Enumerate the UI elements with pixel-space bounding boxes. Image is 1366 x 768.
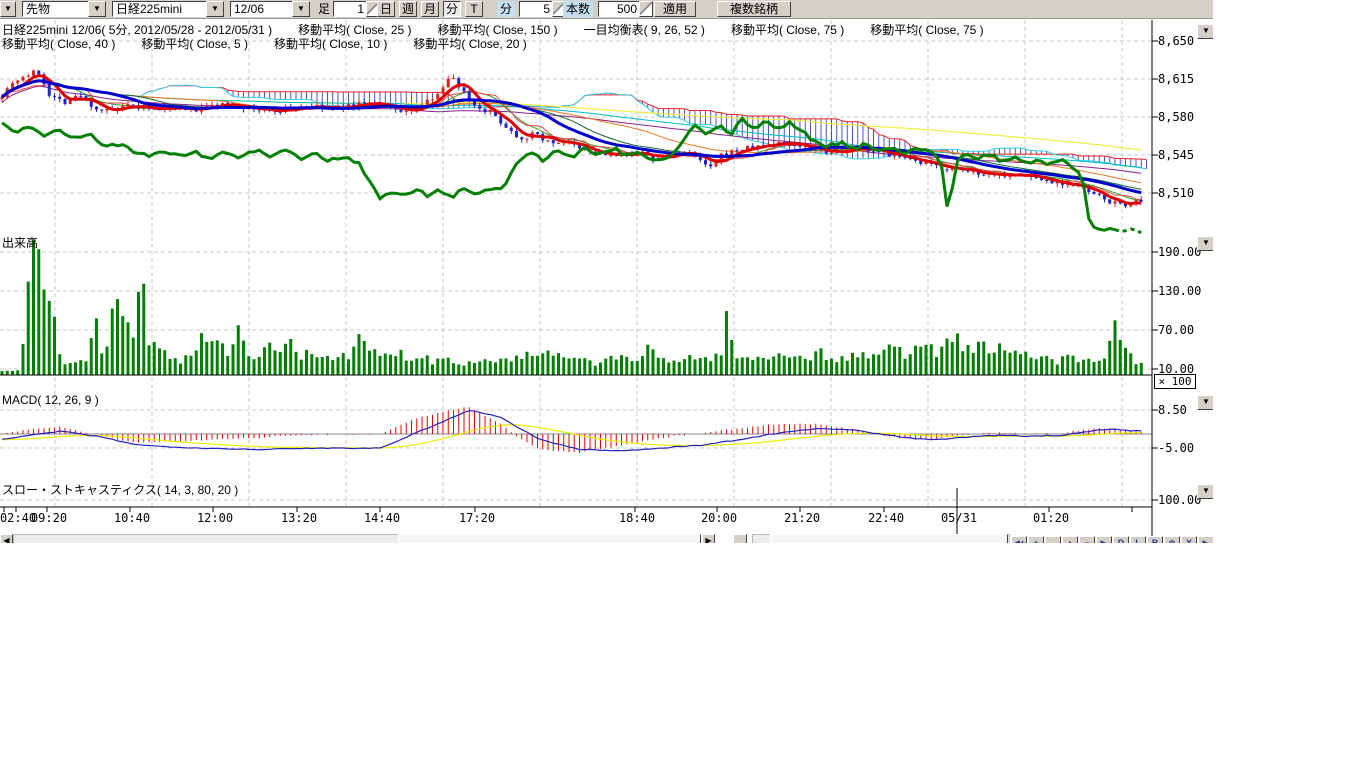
minute-stepper[interactable]: 5 [519,1,566,17]
macd-pane-dropdown-button[interactable]: ▼ [1197,395,1213,410]
toolbar: ▼ 先物 ▼ 日経225mini ▼ 12/06 ▼ 足 1 日 週 月 分 T [0,0,1213,19]
instrument-select[interactable]: 日経225mini ▼ [112,1,224,17]
period-month-button[interactable]: 月 [421,1,439,17]
tool-button[interactable]: − [1079,536,1095,543]
main-chart-svg[interactable] [0,0,1213,543]
period-minute-button[interactable]: 分 [443,1,461,17]
chart-application-window: ▼ 先物 ▼ 日経225mini ▼ 12/06 ▼ 足 1 日 週 月 分 T [0,0,1213,543]
bar-size-stepper[interactable]: 1 [333,1,380,17]
contract-month-value: 12/06 [230,1,292,17]
multi-symbol-button[interactable]: 複数銘柄 [717,1,791,17]
secondary-scrollbar-thumb[interactable] [770,534,1008,543]
pane-splitter-handle[interactable] [733,534,747,543]
axis-tick-label: 8,580 [1158,110,1194,124]
volume-pane-dropdown-button[interactable]: ▼ [1197,236,1213,251]
price-pane-dropdown-button[interactable]: ▼ [1197,24,1213,39]
axis-tick-label: 130.00 [1158,284,1201,298]
legend-item: 移動平均( Close, 40 ) [2,37,115,51]
screen: ▼ 先物 ▼ 日経225mini ▼ 12/06 ▼ 足 1 日 週 月 分 T [0,0,1366,768]
tool-button[interactable]: ▲ [1062,536,1078,543]
stochastics-pane-label: スロー・ストキャスティクス( 14, 3, 80, 20 ) [2,481,238,498]
contract-month-select[interactable]: 12/06 ▼ [230,1,310,17]
tool-button[interactable]: B [1147,536,1163,543]
tool-button[interactable]: L [1130,536,1146,543]
period-tick-button[interactable]: T [465,1,483,17]
apply-button[interactable]: 適用 [654,1,696,17]
market-select-value: 先物 [22,1,88,17]
time-tick-label: 13:20 [279,511,319,525]
instrument-select-value: 日経225mini [112,1,206,17]
time-tick-label: 01:20 [1031,511,1071,525]
tool-button[interactable]: ▶ [1096,536,1112,543]
time-tick-label: 09:20 [29,511,69,525]
scroll-right-arrow-icon[interactable]: ▶ [702,534,715,543]
axis-tick-label: 8,650 [1158,34,1194,48]
chevron-down-icon[interactable]: ▼ [88,1,106,17]
tool-button[interactable]: X [1181,536,1197,543]
time-tick-label: 05/31 [939,511,979,525]
drawing-tools-buttons: ◀++▲−▶DLB⊕X▶ [1011,536,1213,543]
chevron-down-icon[interactable]: ▼ [206,1,224,17]
axis-tick-label: 8,510 [1158,186,1194,200]
bar-count-stepper[interactable]: 500 [598,1,653,17]
legend-item: 移動平均( Close, 10 ) [274,37,387,51]
tool-button[interactable] [1045,536,1061,543]
legend-item: 移動平均( Close, 75 ) [731,23,844,37]
time-tick-label: 21:20 [782,511,822,525]
bar-type-label: 足 [316,1,332,17]
time-tick-label: 12:00 [195,511,235,525]
tool-button[interactable]: ▶ [1198,536,1213,543]
bar-count-label: 本数 [563,1,593,17]
legend-item: 移動平均( Close, 20 ) [413,37,526,51]
macd-pane-label: MACD( 12, 26, 9 ) [2,393,99,407]
minute-unit-label: 分 [497,1,515,17]
legend-row-2: 移動平均( Close, 40 ) 移動平均( Close, 5 ) 移動平均( C… [2,35,553,52]
volume-pane-label: 出来高 [2,234,38,251]
time-tick-label: 18:40 [617,511,657,525]
period-week-button[interactable]: 週 [399,1,417,17]
time-tick-label: 14:40 [362,511,402,525]
legend-item: 移動平均( Close, 5 ) [141,37,248,51]
axis-tick-label: 8.50 [1158,403,1187,417]
spin-arrows-icon[interactable] [639,1,653,17]
tool-button[interactable]: ⊕ [1164,536,1180,543]
chevron-down-icon[interactable]: ▼ [292,1,310,17]
bar-count-value: 500 [598,1,639,17]
time-tick-label: 17:20 [457,511,497,525]
time-tick-label: 22:40 [866,511,906,525]
chevron-down-icon[interactable]: ▼ [0,1,16,17]
stoch-pane-dropdown-button[interactable]: ▼ [1197,484,1213,499]
axis-tick-label: -5.00 [1158,441,1194,455]
period-day-button[interactable]: 日 [377,1,395,17]
time-tick-label: 20:00 [699,511,739,525]
minute-value: 5 [519,1,552,17]
axis-tick-label: 8,615 [1158,72,1194,86]
axis-tick-label: 190.00 [1158,245,1201,259]
bar-size-value: 1 [333,1,366,17]
time-tick-label: 10:40 [112,511,152,525]
volume-multiplier-badge: × 100 [1154,374,1196,389]
legend-item: 一目均衡表( 9, 26, 52 ) [584,23,705,37]
axis-tick-label: 70.00 [1158,323,1194,337]
scroll-left-arrow-icon[interactable]: ◀ [0,534,13,543]
scrollbar-thumb[interactable] [398,534,701,543]
tool-button[interactable]: + [1028,536,1044,543]
axis-tick-label: 8,545 [1158,148,1194,162]
market-select[interactable]: 先物 ▼ [22,1,106,17]
axis-tick-label: 100.00 [1158,493,1201,507]
legend-item: 移動平均( Close, 75 ) [870,23,983,37]
tool-button[interactable]: D [1113,536,1129,543]
tool-button[interactable]: ◀+ [1011,536,1027,543]
